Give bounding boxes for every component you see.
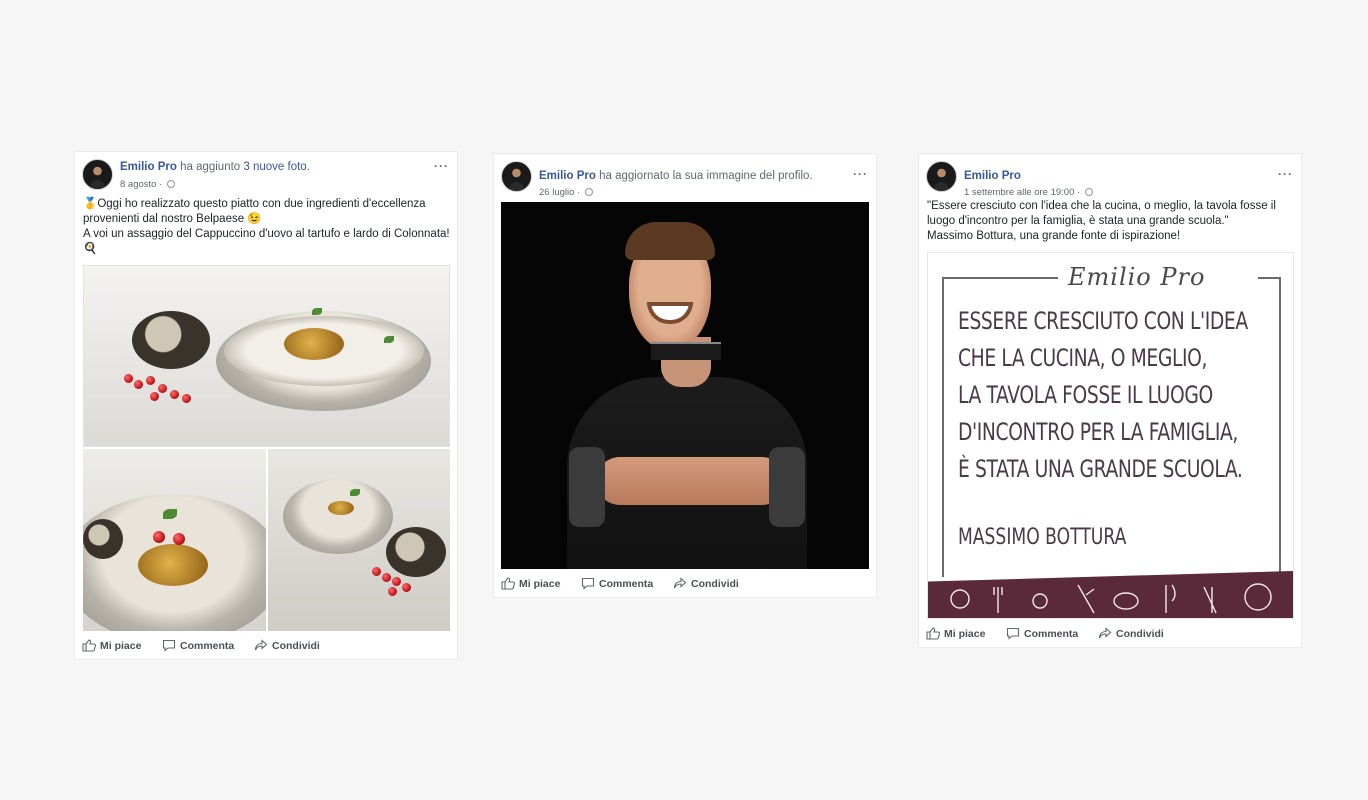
meta-separator: ·	[159, 179, 163, 190]
globe-icon	[584, 188, 593, 196]
like-icon	[501, 577, 515, 590]
share-button[interactable]: Condividi	[254, 639, 320, 652]
avatar[interactable]	[82, 159, 113, 190]
post-date[interactable]: 8 agosto	[120, 179, 156, 190]
more-options-icon[interactable]: ···	[853, 167, 868, 181]
post-card-3: Emilio Pro 1 settembre alle ore 19:00 · …	[918, 153, 1302, 648]
comment-icon	[162, 639, 176, 652]
author-name[interactable]: Emilio Pro	[120, 161, 177, 173]
post-text: 🥇Oggi ho realizzato questo piatto con du…	[83, 197, 450, 257]
share-label: Condividi	[1116, 627, 1164, 640]
comment-label: Commenta	[180, 639, 235, 652]
post-actions: Mi piace Commenta Condividi	[926, 627, 1286, 645]
signature-logo: Emilio Pro	[1058, 263, 1258, 291]
dish-photo-detail[interactable]	[83, 449, 266, 631]
post-actions: Mi piace Commenta Condividi	[501, 577, 861, 595]
post-header: Emilio Pro ha aggiornato la sua immagine…	[501, 161, 868, 198]
globe-icon	[1084, 188, 1093, 196]
quote-line: D'INCONTRO PER LA FAMIGLIA,	[958, 418, 1238, 446]
post-text-line: Massimo Bottura, una grande fonte di isp…	[927, 230, 1181, 242]
meta-separator: ·	[1077, 187, 1081, 198]
more-options-icon[interactable]: ···	[1278, 167, 1293, 181]
post-date[interactable]: 26 luglio	[539, 187, 574, 198]
post-action-text: ha aggiornato la sua immagine del profil…	[599, 170, 813, 182]
quote-line: CHE LA CUCINA, O MEGLIO,	[958, 344, 1208, 372]
share-icon	[1098, 627, 1112, 639]
share-button[interactable]: Condividi	[673, 577, 739, 590]
comment-label: Commenta	[1024, 627, 1079, 640]
comment-button[interactable]: Commenta	[581, 577, 653, 590]
like-label: Mi piace	[519, 577, 561, 590]
quote-card-image[interactable]: Emilio Pro ESSERE CRESCIUTO CON L'IDEA C…	[927, 252, 1294, 619]
post-text: "Essere cresciuto con l'idea che la cuci…	[927, 199, 1293, 244]
post-card-1: Emilio Pro ha aggiunto 3 nuove foto. 8 a…	[74, 151, 458, 660]
dish-photo-side[interactable]	[268, 449, 450, 631]
like-icon	[926, 627, 940, 640]
post-text-line: A voi un assaggio del Cappuccino d'uovo …	[83, 228, 450, 240]
comment-label: Commenta	[599, 577, 654, 590]
meta-separator: ·	[577, 187, 581, 198]
comment-button[interactable]: Commenta	[1006, 627, 1078, 640]
like-button[interactable]: Mi piace	[501, 577, 560, 590]
post-text-line: 🍳	[83, 243, 98, 255]
quote-line: LA TAVOLA FOSSE IL LUOGO	[958, 381, 1213, 409]
post-action-text: ha aggiunto	[180, 161, 241, 173]
medal-emoji: 🥇	[83, 198, 98, 210]
post-header: Emilio Pro ha aggiunto 3 nuove foto. 8 a…	[82, 159, 449, 193]
quote-text: ESSERE CRESCIUTO CON L'IDEA CHE LA CUCIN…	[958, 303, 1248, 488]
post-text-line: Oggi ho realizzato questo piatto con due…	[97, 198, 426, 210]
more-options-icon[interactable]: ···	[434, 159, 449, 173]
share-button[interactable]: Condividi	[1098, 627, 1164, 640]
profile-photo[interactable]	[501, 202, 869, 569]
like-icon	[82, 639, 96, 652]
photos-link[interactable]: 3 nuove foto.	[243, 161, 310, 173]
like-label: Mi piace	[944, 627, 986, 640]
like-button[interactable]: Mi piace	[926, 627, 985, 640]
post-date[interactable]: 1 settembre alle ore 19:00	[964, 187, 1074, 198]
post-text-line: luogo d'incontro per la famiglia, è stat…	[927, 215, 1229, 227]
post-header: Emilio Pro 1 settembre alle ore 19:00 · …	[926, 161, 1293, 198]
comment-button[interactable]: Commenta	[162, 639, 234, 652]
share-icon	[673, 577, 687, 589]
dish-photo-main[interactable]	[83, 265, 450, 447]
comment-icon	[1006, 627, 1020, 640]
avatar[interactable]	[501, 161, 532, 192]
share-icon	[254, 639, 268, 651]
author-name[interactable]: Emilio Pro	[539, 170, 596, 182]
like-button[interactable]: Mi piace	[82, 639, 141, 652]
quote-line: È STATA UNA GRANDE SCUOLA.	[958, 455, 1243, 483]
post-text-line: "Essere cresciuto con l'idea che la cuci…	[927, 200, 1276, 212]
utensils-icon	[950, 583, 1272, 614]
like-label: Mi piace	[100, 639, 142, 652]
quote-attribution: MASSIMO BOTTURA	[958, 525, 1127, 550]
post-text-line: provenienti dal nostro Belpaese 😉	[83, 213, 262, 225]
comment-icon	[581, 577, 595, 590]
share-label: Condividi	[272, 639, 320, 652]
post-card-2: Emilio Pro ha aggiornato la sua immagine…	[493, 153, 877, 598]
quote-line: ESSERE CRESCIUTO CON L'IDEA	[958, 307, 1248, 335]
author-name[interactable]: Emilio Pro	[964, 170, 1021, 182]
post-actions: Mi piace Commenta Condividi	[82, 639, 442, 657]
globe-icon	[166, 180, 175, 188]
share-label: Condividi	[691, 577, 739, 590]
avatar[interactable]	[926, 161, 957, 192]
kitchen-utensils-band	[928, 571, 1293, 618]
